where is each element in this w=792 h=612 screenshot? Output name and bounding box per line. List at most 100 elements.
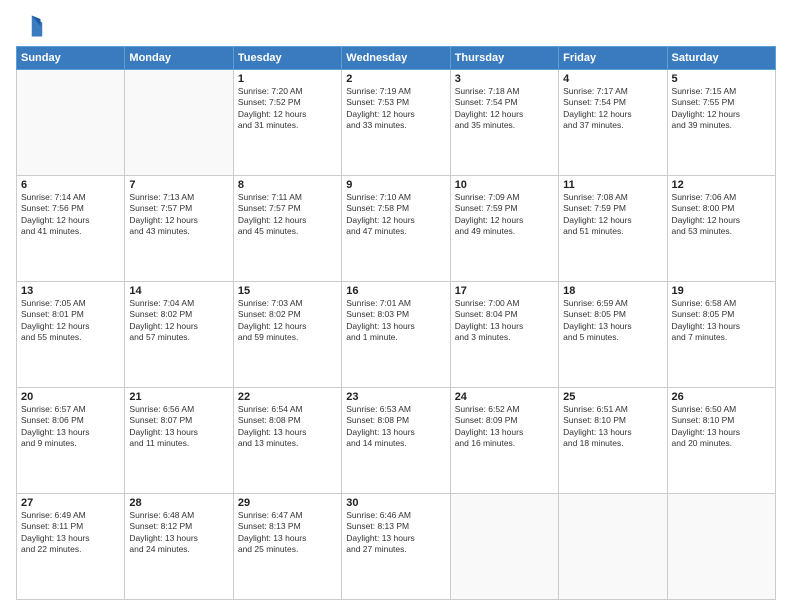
day-info: Sunrise: 7:06 AM Sunset: 8:00 PM Dayligh… [672,192,771,238]
calendar-cell: 11Sunrise: 7:08 AM Sunset: 7:59 PM Dayli… [559,176,667,282]
calendar-cell: 6Sunrise: 7:14 AM Sunset: 7:56 PM Daylig… [17,176,125,282]
calendar-cell: 3Sunrise: 7:18 AM Sunset: 7:54 PM Daylig… [450,70,558,176]
calendar-table: SundayMondayTuesdayWednesdayThursdayFrid… [16,46,776,600]
day-number: 11 [563,179,662,191]
day-info: Sunrise: 7:15 AM Sunset: 7:55 PM Dayligh… [672,86,771,132]
calendar-cell: 15Sunrise: 7:03 AM Sunset: 8:02 PM Dayli… [233,282,341,388]
day-number: 22 [238,391,337,403]
calendar-cell: 27Sunrise: 6:49 AM Sunset: 8:11 PM Dayli… [17,494,125,600]
calendar-cell: 13Sunrise: 7:05 AM Sunset: 8:01 PM Dayli… [17,282,125,388]
day-info: Sunrise: 6:46 AM Sunset: 8:13 PM Dayligh… [346,510,445,556]
day-number: 9 [346,179,445,191]
day-info: Sunrise: 6:50 AM Sunset: 8:10 PM Dayligh… [672,404,771,450]
day-number: 28 [129,497,228,509]
day-number: 6 [21,179,120,191]
calendar-week-row: 1Sunrise: 7:20 AM Sunset: 7:52 PM Daylig… [17,70,776,176]
calendar-cell [125,70,233,176]
logo [16,12,48,40]
day-info: Sunrise: 6:47 AM Sunset: 8:13 PM Dayligh… [238,510,337,556]
day-info: Sunrise: 7:09 AM Sunset: 7:59 PM Dayligh… [455,192,554,238]
day-info: Sunrise: 6:51 AM Sunset: 8:10 PM Dayligh… [563,404,662,450]
calendar-cell: 26Sunrise: 6:50 AM Sunset: 8:10 PM Dayli… [667,388,775,494]
day-number: 21 [129,391,228,403]
calendar-cell: 22Sunrise: 6:54 AM Sunset: 8:08 PM Dayli… [233,388,341,494]
day-number: 20 [21,391,120,403]
calendar-cell: 5Sunrise: 7:15 AM Sunset: 7:55 PM Daylig… [667,70,775,176]
day-info: Sunrise: 6:52 AM Sunset: 8:09 PM Dayligh… [455,404,554,450]
day-number: 16 [346,285,445,297]
header [16,12,776,40]
calendar-header-thursday: Thursday [450,47,558,70]
calendar-cell: 12Sunrise: 7:06 AM Sunset: 8:00 PM Dayli… [667,176,775,282]
day-info: Sunrise: 7:01 AM Sunset: 8:03 PM Dayligh… [346,298,445,344]
calendar-cell: 7Sunrise: 7:13 AM Sunset: 7:57 PM Daylig… [125,176,233,282]
day-info: Sunrise: 7:19 AM Sunset: 7:53 PM Dayligh… [346,86,445,132]
day-number: 4 [563,73,662,85]
calendar-cell: 14Sunrise: 7:04 AM Sunset: 8:02 PM Dayli… [125,282,233,388]
calendar-cell: 23Sunrise: 6:53 AM Sunset: 8:08 PM Dayli… [342,388,450,494]
day-info: Sunrise: 6:57 AM Sunset: 8:06 PM Dayligh… [21,404,120,450]
day-number: 15 [238,285,337,297]
day-number: 2 [346,73,445,85]
calendar-cell: 30Sunrise: 6:46 AM Sunset: 8:13 PM Dayli… [342,494,450,600]
day-number: 5 [672,73,771,85]
day-info: Sunrise: 6:54 AM Sunset: 8:08 PM Dayligh… [238,404,337,450]
day-info: Sunrise: 7:00 AM Sunset: 8:04 PM Dayligh… [455,298,554,344]
day-number: 25 [563,391,662,403]
calendar-header-friday: Friday [559,47,667,70]
calendar-cell: 28Sunrise: 6:48 AM Sunset: 8:12 PM Dayli… [125,494,233,600]
day-info: Sunrise: 7:11 AM Sunset: 7:57 PM Dayligh… [238,192,337,238]
calendar-cell: 1Sunrise: 7:20 AM Sunset: 7:52 PM Daylig… [233,70,341,176]
day-number: 30 [346,497,445,509]
day-info: Sunrise: 7:18 AM Sunset: 7:54 PM Dayligh… [455,86,554,132]
day-number: 12 [672,179,771,191]
calendar-cell: 8Sunrise: 7:11 AM Sunset: 7:57 PM Daylig… [233,176,341,282]
day-number: 23 [346,391,445,403]
calendar-week-row: 6Sunrise: 7:14 AM Sunset: 7:56 PM Daylig… [17,176,776,282]
day-info: Sunrise: 7:17 AM Sunset: 7:54 PM Dayligh… [563,86,662,132]
calendar-cell: 2Sunrise: 7:19 AM Sunset: 7:53 PM Daylig… [342,70,450,176]
day-number: 8 [238,179,337,191]
day-info: Sunrise: 7:05 AM Sunset: 8:01 PM Dayligh… [21,298,120,344]
calendar-header-sunday: Sunday [17,47,125,70]
day-number: 7 [129,179,228,191]
day-number: 18 [563,285,662,297]
logo-icon [16,12,44,40]
calendar-cell: 18Sunrise: 6:59 AM Sunset: 8:05 PM Dayli… [559,282,667,388]
day-number: 17 [455,285,554,297]
calendar-header-wednesday: Wednesday [342,47,450,70]
calendar-week-row: 27Sunrise: 6:49 AM Sunset: 8:11 PM Dayli… [17,494,776,600]
day-info: Sunrise: 7:03 AM Sunset: 8:02 PM Dayligh… [238,298,337,344]
day-number: 19 [672,285,771,297]
calendar-cell: 4Sunrise: 7:17 AM Sunset: 7:54 PM Daylig… [559,70,667,176]
page: SundayMondayTuesdayWednesdayThursdayFrid… [0,0,792,612]
calendar-cell: 16Sunrise: 7:01 AM Sunset: 8:03 PM Dayli… [342,282,450,388]
day-number: 1 [238,73,337,85]
day-info: Sunrise: 7:14 AM Sunset: 7:56 PM Dayligh… [21,192,120,238]
calendar-cell: 10Sunrise: 7:09 AM Sunset: 7:59 PM Dayli… [450,176,558,282]
day-info: Sunrise: 6:59 AM Sunset: 8:05 PM Dayligh… [563,298,662,344]
day-number: 14 [129,285,228,297]
calendar-cell [667,494,775,600]
day-number: 26 [672,391,771,403]
day-info: Sunrise: 6:49 AM Sunset: 8:11 PM Dayligh… [21,510,120,556]
day-number: 13 [21,285,120,297]
day-number: 24 [455,391,554,403]
day-info: Sunrise: 6:58 AM Sunset: 8:05 PM Dayligh… [672,298,771,344]
calendar-header-monday: Monday [125,47,233,70]
day-info: Sunrise: 7:13 AM Sunset: 7:57 PM Dayligh… [129,192,228,238]
day-number: 10 [455,179,554,191]
calendar-cell: 29Sunrise: 6:47 AM Sunset: 8:13 PM Dayli… [233,494,341,600]
day-info: Sunrise: 7:10 AM Sunset: 7:58 PM Dayligh… [346,192,445,238]
calendar-cell: 24Sunrise: 6:52 AM Sunset: 8:09 PM Dayli… [450,388,558,494]
calendar-cell [559,494,667,600]
day-info: Sunrise: 7:20 AM Sunset: 7:52 PM Dayligh… [238,86,337,132]
calendar-cell: 25Sunrise: 6:51 AM Sunset: 8:10 PM Dayli… [559,388,667,494]
day-info: Sunrise: 6:53 AM Sunset: 8:08 PM Dayligh… [346,404,445,450]
day-info: Sunrise: 6:48 AM Sunset: 8:12 PM Dayligh… [129,510,228,556]
calendar-week-row: 20Sunrise: 6:57 AM Sunset: 8:06 PM Dayli… [17,388,776,494]
day-info: Sunrise: 6:56 AM Sunset: 8:07 PM Dayligh… [129,404,228,450]
day-number: 29 [238,497,337,509]
calendar-cell [17,70,125,176]
day-number: 27 [21,497,120,509]
